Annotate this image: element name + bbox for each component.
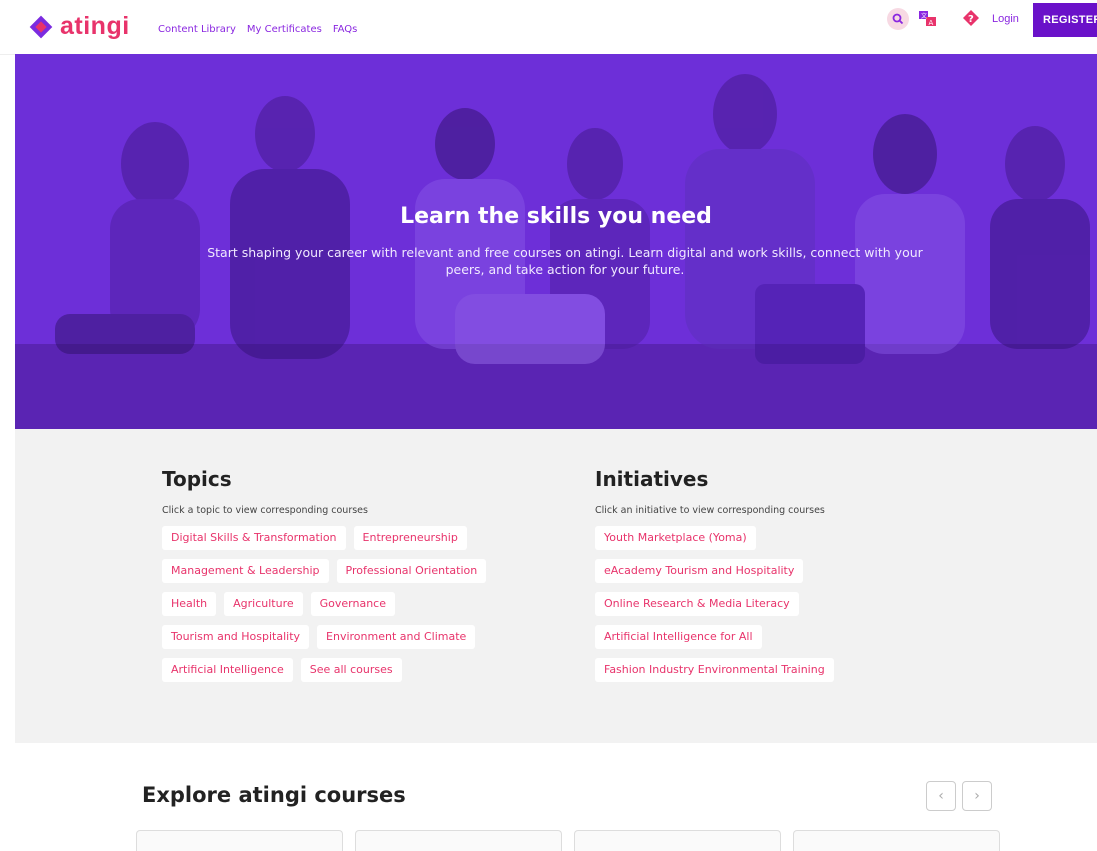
initiative-chip[interactable]: Youth Marketplace (Yoma) <box>595 526 756 550</box>
course-card[interactable] <box>355 830 562 851</box>
chevron-left-icon: ‹ <box>938 788 944 804</box>
initiative-chip[interactable]: Online Research & Media Literacy <box>595 592 799 616</box>
nav-link-content-library[interactable]: Content Library <box>158 24 236 35</box>
hero-banner: Learn the skills you need Start shaping … <box>15 54 1097 429</box>
course-card[interactable] <box>574 830 781 851</box>
explore-heading: Explore atingi courses <box>142 783 406 807</box>
initiative-chip[interactable]: Artificial Intelligence for All <box>595 625 762 649</box>
top-navigation: atingi Content Library My Certificates F… <box>0 0 1097 55</box>
topics-description: Click a topic to view corresponding cour… <box>162 505 368 516</box>
search-icon <box>892 13 904 25</box>
atingi-logo[interactable]: atingi <box>28 12 130 41</box>
svg-text:文: 文 <box>921 12 927 20</box>
course-card[interactable] <box>136 830 343 851</box>
see-all-courses-chip[interactable]: See all courses <box>300 658 402 682</box>
hero-background-people-image <box>15 54 1097 429</box>
initiative-chips: Youth Marketplace (Yoma) eAcademy Touris… <box>595 526 834 682</box>
topic-chip[interactable]: Management & Leadership <box>162 559 329 583</box>
topic-chip[interactable]: Digital Skills & Transformation <box>162 526 346 550</box>
chevron-right-icon: › <box>974 788 980 804</box>
initiatives-heading: Initiatives <box>595 467 709 491</box>
topics-initiatives-section: Topics Click a topic to view correspondi… <box>15 429 1097 743</box>
topic-chip[interactable]: Tourism and Hospitality <box>162 625 310 649</box>
hero-title: Learn the skills you need <box>400 204 712 229</box>
topic-chip[interactable]: Health <box>162 592 217 616</box>
svg-text:?: ? <box>968 14 974 25</box>
hero-subtitle: Start shaping your career with relevant … <box>207 245 923 277</box>
topic-chip[interactable]: Professional Orientation <box>336 559 487 583</box>
topic-chips: Digital Skills & Transformation Entrepre… <box>162 526 487 682</box>
initiatives-description: Click an initiative to view correspondin… <box>595 505 825 516</box>
register-button[interactable]: REGISTER <box>1033 3 1097 37</box>
topics-heading: Topics <box>162 467 232 491</box>
search-button[interactable] <box>887 8 909 30</box>
carousel-prev-button[interactable]: ‹ <box>926 781 956 811</box>
login-link[interactable]: Login <box>992 13 1019 25</box>
initiative-chip[interactable]: Fashion Industry Environmental Training <box>595 658 834 682</box>
topic-chip[interactable]: Environment and Climate <box>317 625 476 649</box>
nav-links: Content Library My Certificates FAQs <box>158 24 357 35</box>
logo-diamond-icon <box>29 15 53 38</box>
topic-chip[interactable]: Governance <box>310 592 395 616</box>
topic-chip[interactable]: Artificial Intelligence <box>162 658 293 682</box>
topic-chip[interactable]: Entrepreneurship <box>353 526 467 550</box>
carousel-next-button[interactable]: › <box>962 781 992 811</box>
topic-chip[interactable]: Agriculture <box>224 592 303 616</box>
nav-link-faqs[interactable]: FAQs <box>333 24 358 35</box>
nav-link-my-certificates[interactable]: My Certificates <box>247 24 322 35</box>
logo-text: atingi <box>60 12 130 40</box>
svg-text:A: A <box>929 19 934 27</box>
course-card[interactable] <box>793 830 1000 851</box>
initiatives-column: Initiatives Click an initiative to view … <box>595 467 834 691</box>
help-icon[interactable]: ? <box>962 9 980 27</box>
initiative-chip[interactable]: eAcademy Tourism and Hospitality <box>595 559 804 583</box>
translate-icon[interactable]: 文 A <box>919 11 937 27</box>
topics-column: Topics Click a topic to view correspondi… <box>162 467 487 691</box>
